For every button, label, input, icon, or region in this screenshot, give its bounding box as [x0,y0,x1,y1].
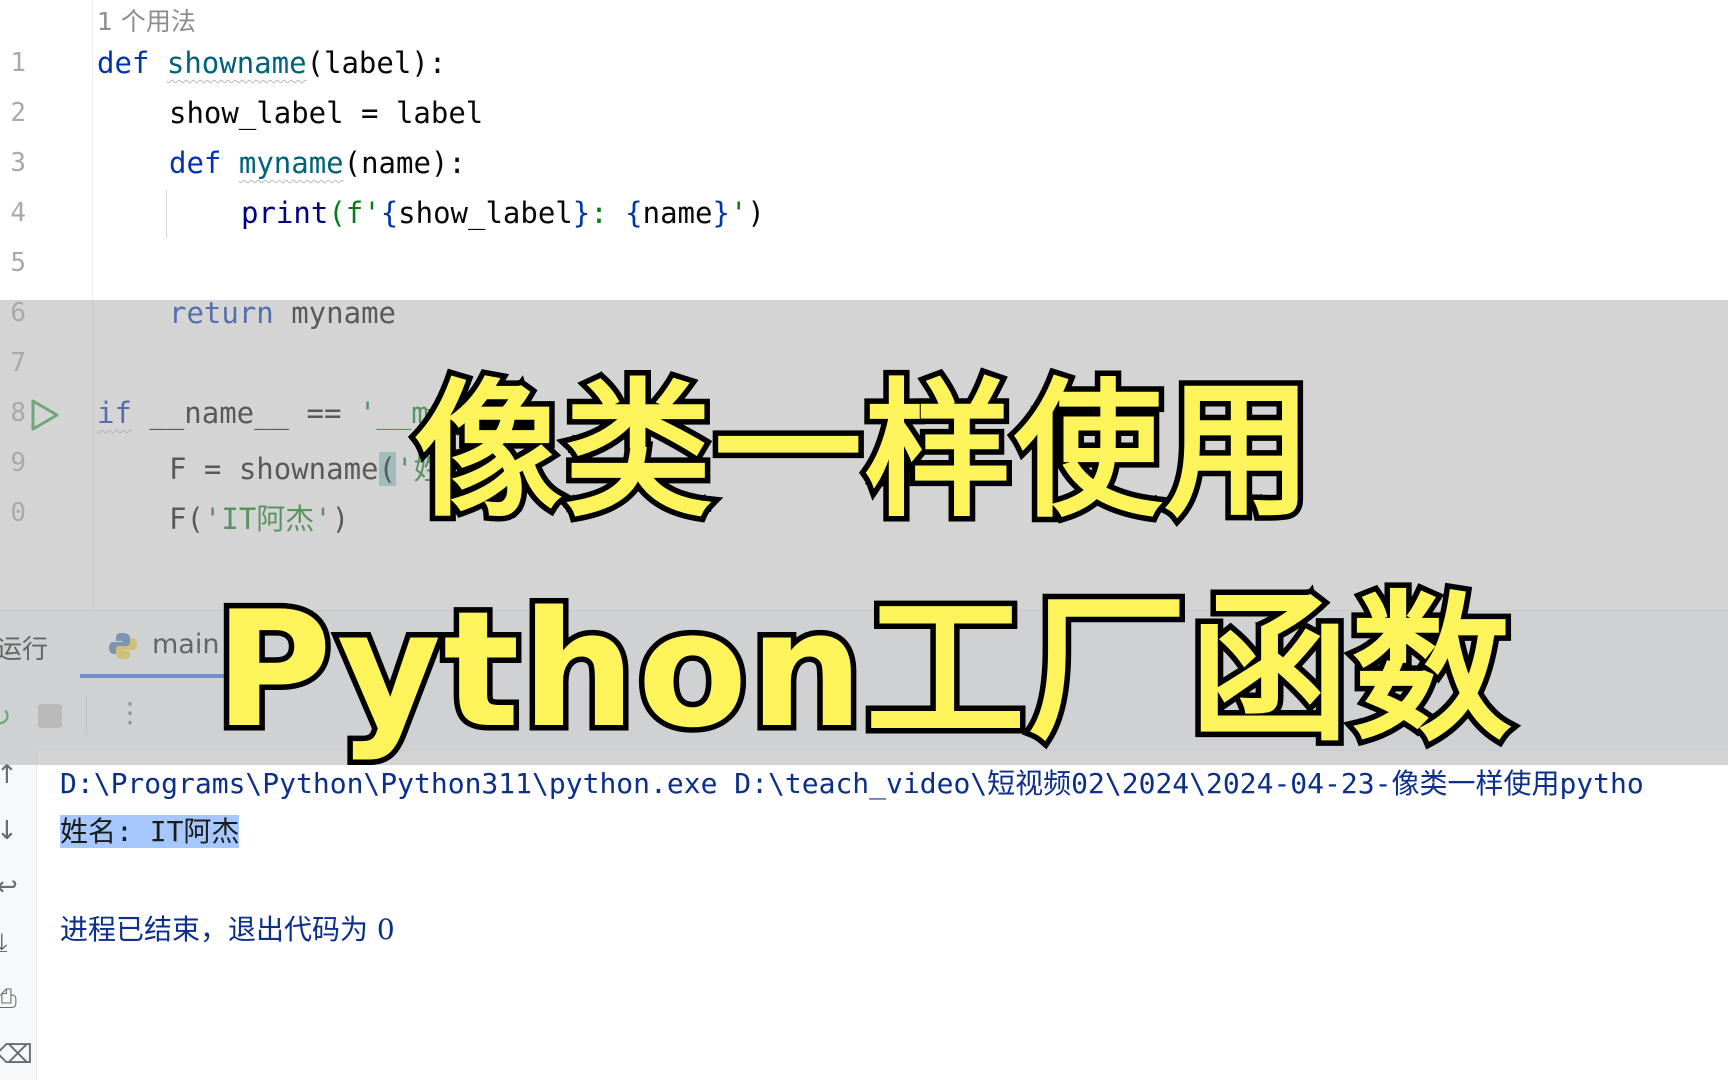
selected-output: 姓名: IT阿杰 [60,815,240,848]
scroll-to-end-icon[interactable]: ⤓ [0,928,8,959]
code-text: def myname(name): [169,146,466,180]
print-icon[interactable]: ⎙ [0,984,17,1015]
fstring-brace: } [712,196,730,230]
line-number: 4 [10,198,26,228]
code-line-3[interactable]: 3 def myname(name): [0,142,1728,192]
banner-title-line2: Python工厂函数 [209,571,1517,769]
builtin-print: print [241,196,329,230]
keyword-def: def [169,146,222,180]
function-name: showname [166,46,307,80]
console-exit-message: 进程已结束，退出代码为 0 [60,913,395,946]
fstring-var: name [642,196,713,230]
code-rest: (label): [306,46,447,80]
fstring-brace: { [625,196,643,230]
code-line-5[interactable]: 5 [0,242,1728,292]
line-number: 2 [10,98,26,128]
scroll-down-icon[interactable]: ↓ [0,816,18,846]
soft-wrap-icon[interactable]: ↩ [0,872,18,902]
line-number: 1 [10,48,26,78]
indent-guide [166,190,167,238]
code-rest: (name): [343,146,466,180]
string-part: ' [729,196,748,230]
console-output[interactable]: D:\Programs\Python\Python311\python.exe … [60,750,1728,1080]
code-text: print(f'{show_label}: {name}') [241,196,765,230]
code-line-2[interactable]: 2 show_label = label [0,92,1728,142]
line-number: 5 [10,248,26,278]
code-line-4[interactable]: 4 print(f'{show_label}: {name}') [0,192,1728,242]
console-output-line: 姓名: IT阿杰 [60,810,240,850]
keyword-def: def [97,46,150,80]
fstring-brace: } [572,196,591,230]
code-text: show_label = label [169,96,484,130]
clear-icon[interactable]: ⌫ [0,1040,33,1070]
fstring-var: show_label [398,196,573,230]
function-name: myname [238,146,344,180]
console-side-toolbar: ↑ ↓ ↩ ⤓ ⎙ ⌫ [0,750,37,1080]
string-part: (f' [328,196,381,230]
fstring-brace: { [380,196,399,230]
line-number: 3 [10,148,26,178]
usage-hint[interactable]: 1 个用法 [97,2,196,38]
code-rest: ) [747,196,765,230]
banner-title-line1: 像类一样使用 [409,360,1318,543]
code-text: def showname(label): [97,46,446,80]
code-line-1[interactable]: 1 def showname(label): [0,42,1728,92]
string-part: : [590,196,626,230]
